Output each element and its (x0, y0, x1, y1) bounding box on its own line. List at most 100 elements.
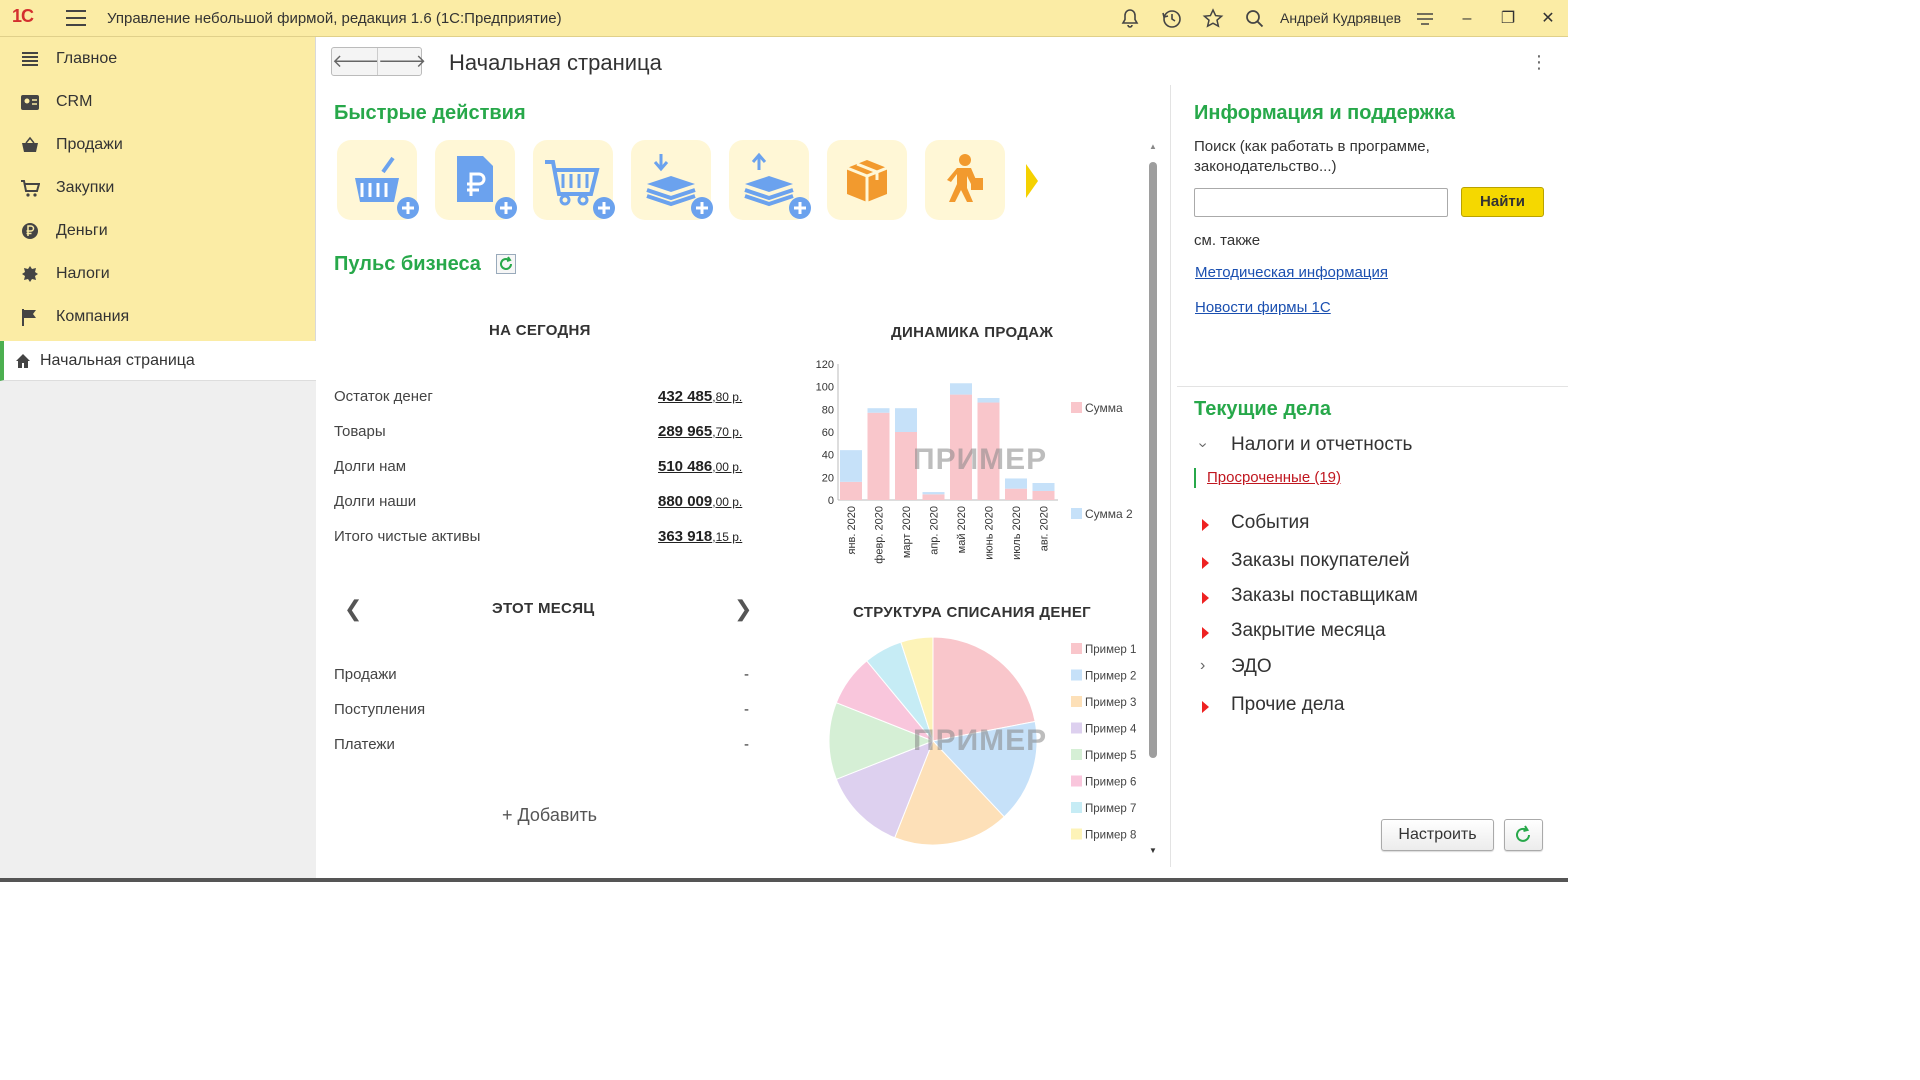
tasks-group-item[interactable]: ЭДО (1231, 656, 1272, 678)
methodical-info-link[interactable]: Методическая информация (1195, 264, 1388, 281)
scrollbar-thumb[interactable] (1149, 162, 1157, 758)
quick-action-sale[interactable] (337, 140, 419, 220)
support-search-input[interactable] (1194, 188, 1448, 217)
overdue-marker (1194, 468, 1196, 488)
sidebar-item-money[interactable]: Деньги (0, 209, 316, 252)
quick-action-purchase[interactable] (533, 140, 615, 220)
sidebar-item-home[interactable]: Начальная страница (0, 341, 316, 381)
user-name[interactable]: Андрей Кудрявцев (1280, 10, 1401, 26)
forward-button[interactable]: 🡒 (377, 48, 426, 75)
today-row-label: Долги нам (334, 458, 407, 475)
tasks-group-item[interactable]: Заказы поставщикам (1231, 585, 1418, 607)
minimize-icon[interactable]: ‒ (1454, 6, 1480, 32)
back-button[interactable]: 🡐 (332, 48, 380, 75)
list-icon (22, 52, 38, 66)
caret-right-icon[interactable] (1202, 557, 1209, 569)
caret-right-icon[interactable] (1202, 592, 1209, 604)
sidebar-item-label: Закупки (56, 179, 115, 196)
bottom-border (0, 878, 1568, 882)
quick-action-courier[interactable] (925, 140, 1005, 220)
quick-action-invoice[interactable] (435, 140, 517, 220)
tasks-title: Текущие дела (1194, 398, 1331, 420)
chevron-down-icon[interactable]: › (1194, 442, 1212, 447)
chevron-left-icon[interactable]: ❮ (344, 596, 362, 622)
tasks-group-taxes[interactable]: Налоги и отчетность (1231, 434, 1412, 456)
caret-right-icon[interactable] (1202, 701, 1209, 713)
quick-action-goods[interactable] (827, 140, 907, 220)
bell-icon[interactable] (1118, 7, 1142, 31)
add-indicator-link[interactable]: + Добавить (502, 805, 597, 826)
month-title: ЭТОТ МЕСЯЦ (492, 600, 595, 617)
find-button[interactable]: Найти (1461, 187, 1544, 217)
bar-Сумма (867, 412, 890, 500)
quick-action-payment[interactable] (729, 140, 811, 220)
quick-action-receipt[interactable] (631, 140, 713, 220)
chevron-right-icon[interactable]: › (1200, 657, 1205, 675)
scroll-up-arrow[interactable]: ▲ (1149, 142, 1157, 151)
scroll-down-arrow[interactable]: ▼ (1149, 846, 1157, 855)
legend-swatch (1071, 402, 1082, 413)
today-row-label: Товары (334, 423, 386, 440)
legend-label: Пример 3 (1085, 697, 1136, 709)
today-row-value[interactable]: 510 486,00 р. (658, 458, 742, 475)
tasks-group-item[interactable]: Прочие дела (1231, 694, 1344, 716)
month-row-value: - (744, 736, 749, 753)
news-1c-link[interactable]: Новости фирмы 1С (1195, 299, 1331, 316)
sidebar-item-main[interactable]: Главное (0, 37, 316, 80)
legend-label: Сумма (1085, 401, 1123, 415)
legend-label: Пример 8 (1085, 830, 1136, 842)
refresh-tasks-button[interactable] (1504, 819, 1543, 851)
month-row-value: - (744, 666, 749, 683)
today-row-value[interactable]: 880 009,00 р. (658, 493, 742, 510)
flag-icon (22, 309, 36, 326)
bar-Сумма 2 (950, 383, 972, 395)
bar-Сумма (1032, 490, 1055, 500)
more-options-icon[interactable]: ⋮ (1530, 52, 1548, 73)
history-icon[interactable] (1160, 7, 1184, 31)
sections-panel: Главное CRM Продажи Закупки Деньги Налог… (0, 37, 316, 882)
info-title: Информация и поддержка (1194, 102, 1455, 124)
refresh-pulse-button[interactable] (496, 254, 516, 274)
configure-button[interactable]: Настроить (1381, 819, 1494, 851)
legend-swatch (1071, 722, 1082, 734)
main-menu-icon[interactable] (66, 10, 86, 26)
page-title: Начальная страница (449, 50, 662, 75)
value-cents: ,80 р. (712, 390, 743, 404)
tasks-group-item[interactable]: Закрытие месяца (1231, 620, 1386, 642)
overdue-link[interactable]: Просроченные (19) (1207, 469, 1341, 486)
value-main: 363 918 (658, 528, 713, 545)
close-icon[interactable]: ✕ (1535, 6, 1561, 32)
tasks-group-item[interactable]: События (1231, 512, 1309, 534)
caret-right-icon[interactable] (1202, 519, 1209, 531)
home-icon (16, 354, 30, 368)
chevron-right-icon[interactable]: ❯ (734, 596, 752, 622)
sales-chart-title: ДИНАМИКА ПРОДАЖ (891, 324, 1054, 341)
value-main: 510 486 (658, 458, 713, 475)
tasks-group-item[interactable]: Заказы покупателей (1231, 550, 1410, 572)
today-row-value[interactable]: 363 918,15 р. (658, 528, 742, 545)
sidebar-item-company[interactable]: Компания (0, 295, 316, 338)
sidebar-item-crm[interactable]: CRM (0, 80, 316, 123)
ruble-document-add-icon (457, 156, 517, 219)
title-bar: 1С Управление небольшой фирмой, редакция… (0, 0, 1568, 37)
sidebar-item-purchases[interactable]: Закупки (0, 166, 316, 209)
panel-divider (1170, 85, 1171, 867)
chart-watermark: ПРИМЕР (913, 724, 1048, 757)
x-tick-label: янв. 2020 (846, 506, 858, 554)
caret-right-icon[interactable] (1202, 627, 1209, 639)
money-out-add-icon (744, 152, 811, 219)
restore-icon[interactable]: ❐ (1495, 6, 1521, 32)
today-row-value[interactable]: 432 485,80 р. (658, 388, 742, 405)
today-row-value[interactable]: 289 965,70 р. (658, 423, 742, 440)
contacts-icon (21, 95, 39, 110)
sidebar-item-sales[interactable]: Продажи (0, 123, 316, 166)
search-hint: Поиск (как работать в программе, законод… (1194, 138, 1430, 175)
scroll-right-icon[interactable] (1026, 164, 1038, 198)
settings-menu-icon[interactable] (1413, 7, 1437, 31)
today-row-label: Остаток денег (334, 388, 433, 405)
sidebar-item-taxes[interactable]: Налоги (0, 252, 316, 295)
cart-icon (21, 180, 40, 197)
star-icon[interactable] (1201, 7, 1225, 31)
search-icon[interactable] (1243, 7, 1267, 31)
sidebar-item-label: Налоги (56, 265, 110, 282)
